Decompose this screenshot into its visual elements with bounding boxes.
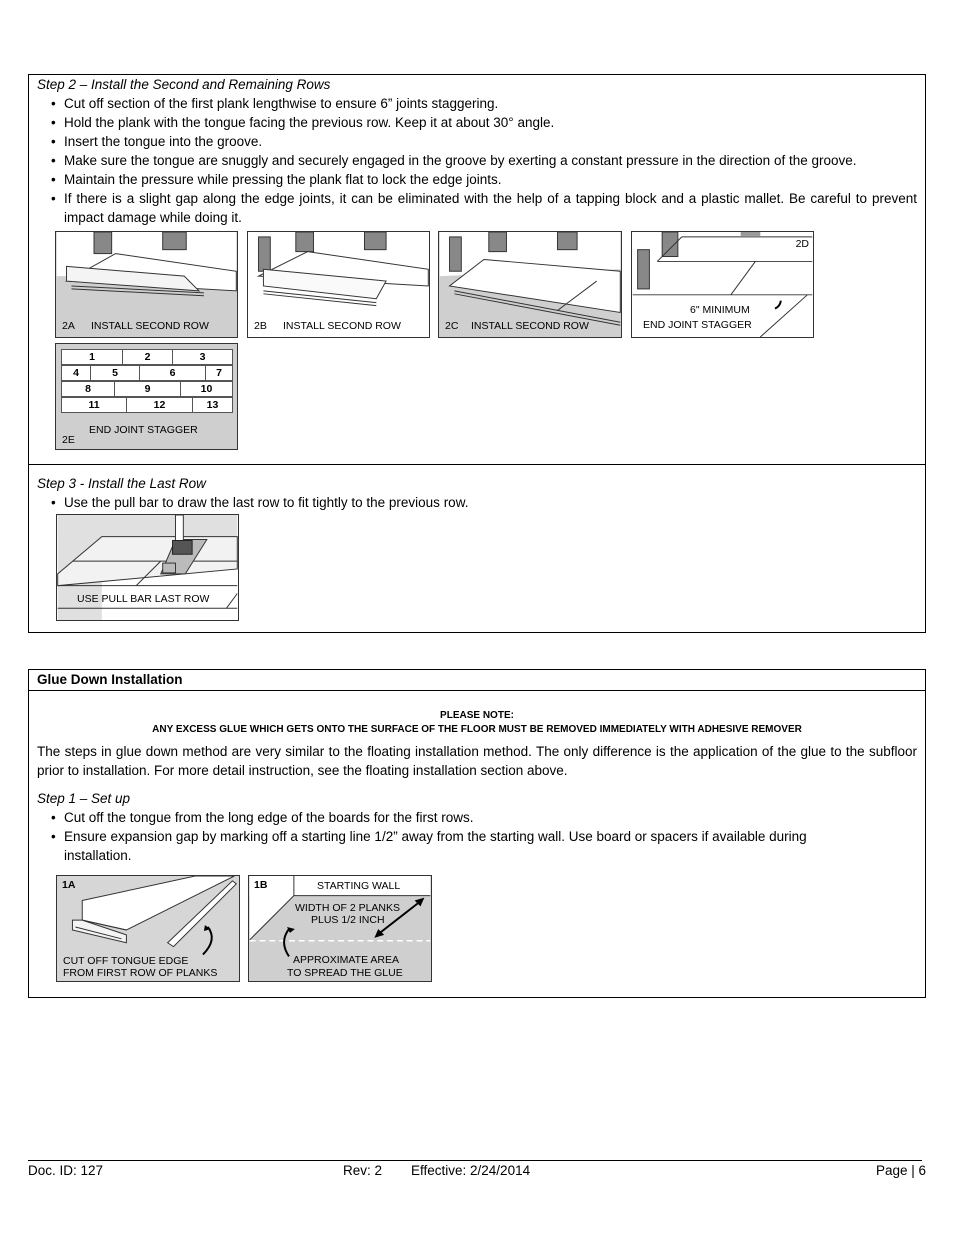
figure-2d: 2D 6" MINIMUM END JOINT STAGGER xyxy=(631,231,814,338)
step3-bullets: Use the pull bar to draw the last row to… xyxy=(37,493,917,512)
plank-cell: 4 xyxy=(61,365,91,381)
figure-2b: 2B INSTALL SECOND ROW xyxy=(247,231,430,338)
figure-2d-caption-line2: END JOINT STAGGER xyxy=(643,319,752,331)
figure-2a: 2A INSTALL SECOND ROW xyxy=(55,231,238,338)
plank-cell: 1 xyxy=(61,349,123,365)
bullet: Ensure expansion gap by marking off a st… xyxy=(37,827,917,865)
bullet: Cut off the tongue from the long edge of… xyxy=(37,808,917,827)
plank-cell: 6 xyxy=(139,365,206,381)
figure-2a-caption: INSTALL SECOND ROW xyxy=(91,320,209,332)
page-number: Page | 6 xyxy=(875,1163,926,1178)
note-text: ANY EXCESS GLUE WHICH GETS ONTO THE SURF… xyxy=(152,724,802,735)
step2-bullets: Cut off section of the first plank lengt… xyxy=(37,94,917,227)
plank-cell: 7 xyxy=(205,365,233,381)
figure-pull-bar-caption: USE PULL BAR LAST ROW xyxy=(77,593,210,605)
effective-date: Effective: 2/24/2014 xyxy=(411,1163,531,1178)
step2-section: Step 2 – Install the Second and Remainin… xyxy=(29,75,925,465)
glue-down-header: Glue Down Installation xyxy=(29,670,925,691)
figure-1a-caption-line1: CUT OFF TONGUE EDGE xyxy=(63,955,189,967)
figure-2e-caption: END JOINT STAGGER xyxy=(89,424,198,436)
plank-cell: 11 xyxy=(61,397,127,413)
figure-2c-caption: INSTALL SECOND ROW xyxy=(471,320,589,332)
note-title: PLEASE NOTE: xyxy=(440,710,514,721)
figure-1a-id: 1A xyxy=(62,879,76,891)
plank-cell: 10 xyxy=(180,381,233,397)
figure-2b-id: 2B xyxy=(254,320,267,332)
bullet: If there is a slight gap along the edge … xyxy=(37,189,917,227)
figure-1b-area-line1: APPROXIMATE AREA xyxy=(293,954,399,966)
figure-2d-caption-line1: 6" MINIMUM xyxy=(690,304,750,316)
bullet: Cut off section of the first plank lengt… xyxy=(37,94,917,113)
bullet: Insert the tongue into the groove. xyxy=(37,132,917,151)
plank-cell: 2 xyxy=(122,349,173,365)
figure-2c: 2C INSTALL SECOND ROW xyxy=(438,231,622,338)
figure-1a: 1A CUT OFF TONGUE EDGE FROM FIRST ROW OF… xyxy=(56,875,240,982)
doc-id: Doc. ID: 127 xyxy=(28,1163,104,1178)
figure-pull-bar: USE PULL BAR LAST ROW xyxy=(56,514,239,621)
revision: Rev: 2 xyxy=(343,1163,383,1178)
figure-2e: 1 2 3 4 5 6 7 8 9 10 11 12 13 END JOINT … xyxy=(55,343,238,450)
figure-1b-width-line2: PLUS 1/2 INCH xyxy=(311,914,385,926)
step3-section: Step 3 - Install the Last Row Use the pu… xyxy=(29,474,925,621)
plank-cell: 9 xyxy=(114,381,181,397)
plank-cell: 13 xyxy=(192,397,233,413)
page-footer: Doc. ID: 127 Rev: 2 Effective: 2/24/2014… xyxy=(28,1160,926,1178)
figure-1b-area-line2: TO SPREAD THE GLUE xyxy=(287,967,403,979)
glue-step1-bullets: Cut off the tongue from the long edge of… xyxy=(37,808,917,865)
figure-2a-id: 2A xyxy=(62,320,75,332)
figure-1b-wall-label: STARTING WALL xyxy=(317,880,401,892)
bullet: Hold the plank with the tongue facing th… xyxy=(37,113,917,132)
plank-cell: 8 xyxy=(61,381,115,397)
step2-title: Step 2 – Install the Second and Remainin… xyxy=(37,77,331,92)
figure-2b-caption: INSTALL SECOND ROW xyxy=(283,320,401,332)
glue-down-box: Glue Down Installation PLEASE NOTE: ANY … xyxy=(28,669,926,998)
figure-1b: 1B STARTING WALL WIDTH OF 2 PLANKS PLUS … xyxy=(248,875,432,982)
figure-2d-id: 2D xyxy=(795,238,809,250)
figure-2c-id: 2C xyxy=(445,320,459,332)
step3-title: Step 3 - Install the Last Row xyxy=(37,476,206,491)
bullet: Make sure the tongue are snuggly and sec… xyxy=(37,151,917,170)
stagger-grid: 1 2 3 4 5 6 7 8 9 10 11 12 13 xyxy=(61,349,233,413)
plank-cell: 3 xyxy=(172,349,233,365)
bullet: Maintain the pressure while pressing the… xyxy=(37,170,917,189)
bullet: Use the pull bar to draw the last row to… xyxy=(37,493,917,512)
glue-intro: The steps in glue down method are very s… xyxy=(37,744,917,778)
figure-1b-id: 1B xyxy=(254,879,268,891)
glue-step1-title: Step 1 – Set up xyxy=(37,791,131,806)
plank-cell: 5 xyxy=(90,365,140,381)
plank-cell: 12 xyxy=(126,397,193,413)
figure-1b-width-line1: WIDTH OF 2 PLANKS xyxy=(295,902,401,914)
figure-1a-caption-line2: FROM FIRST ROW OF PLANKS xyxy=(63,967,218,979)
floating-steps-box: Step 2 – Install the Second and Remainin… xyxy=(28,74,926,633)
figure-2e-id: 2E xyxy=(62,434,75,446)
